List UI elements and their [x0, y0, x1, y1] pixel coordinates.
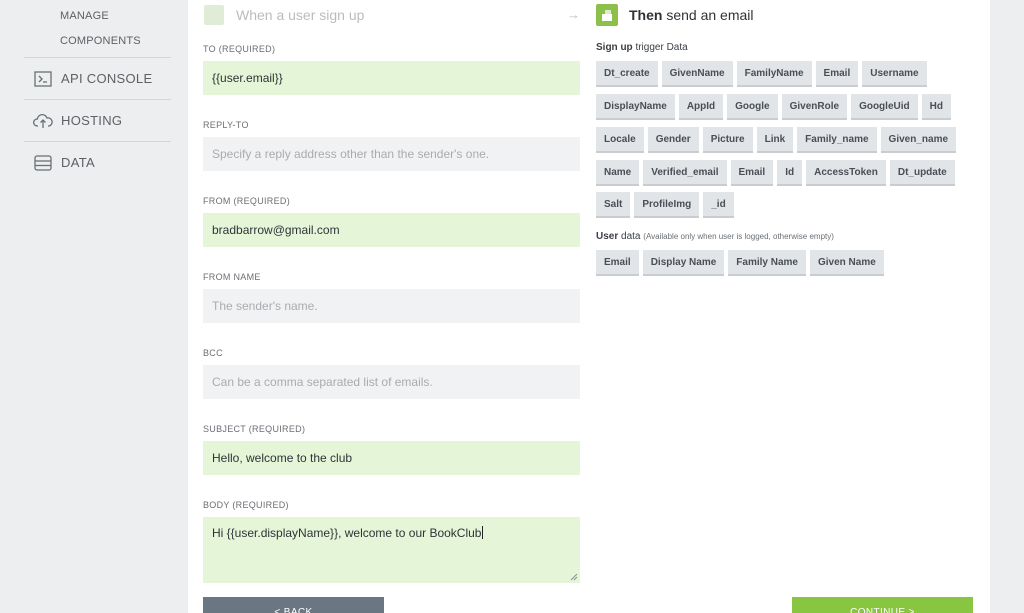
user-data-title-bold: User — [596, 231, 619, 242]
body-field-label: BODY (REQUIRED) — [203, 500, 289, 510]
subject-field-label: SUBJECT (REQUIRED) — [203, 424, 306, 434]
sidebar-item-data[interactable]: DATA — [24, 141, 171, 183]
to-field[interactable]: {{user.email}} — [203, 61, 580, 95]
bcc-placeholder: Can be a comma separated list of emails. — [212, 375, 433, 389]
user-variable-chip[interactable]: Family Name — [728, 250, 806, 276]
variable-chip[interactable]: FamilyName — [736, 61, 812, 87]
body-field-value: Hi {{user.displayName}}, welcome to our … — [212, 526, 482, 540]
variable-chip[interactable]: Google — [727, 94, 778, 120]
trigger-user-icon — [204, 5, 224, 25]
variable-chip[interactable]: Family_name — [797, 127, 877, 153]
user-variable-chip[interactable]: Given Name — [809, 250, 884, 276]
trigger-chip-row-1: Dt_create GivenName FamilyName Email Use… — [596, 61, 927, 87]
user-data-note: (Available only when user is logged, oth… — [643, 232, 834, 241]
cloud-upload-icon — [33, 111, 53, 131]
main-panel: When a user sign up → TO (REQUIRED) {{us… — [188, 0, 990, 613]
user-chip-row: Email Display Name Family Name Given Nam… — [596, 250, 884, 276]
trigger-chip-row-4: Name Verified_email Email Id AccessToken… — [596, 160, 955, 186]
variable-chip[interactable]: Picture — [702, 127, 753, 153]
variable-chip[interactable]: Dt_update — [889, 160, 955, 186]
body-textarea[interactable]: Hi {{user.displayName}}, welcome to our … — [203, 517, 580, 583]
variable-chip[interactable]: Given_name — [880, 127, 957, 153]
right-gutter — [990, 0, 1024, 613]
variable-chip[interactable]: _id — [703, 192, 734, 218]
variable-chip[interactable]: Salt — [596, 192, 631, 218]
text-caret — [482, 526, 484, 539]
from-name-field-label: FROM NAME — [203, 272, 261, 282]
trigger-data-title-bold: Sign up — [596, 42, 633, 53]
back-button[interactable]: < BACK — [203, 597, 384, 613]
variable-chip[interactable]: Id — [777, 160, 803, 186]
variable-chip[interactable]: Email — [730, 160, 774, 186]
variable-chip[interactable]: ProfileImg — [634, 192, 700, 218]
trigger-chip-row-5: Salt ProfileImg _id — [596, 192, 734, 218]
variable-chip[interactable]: Dt_create — [596, 61, 658, 87]
sidebar-item-label: HOSTING — [61, 113, 123, 128]
trigger-step-title: When a user sign up — [236, 7, 365, 23]
database-icon — [33, 153, 53, 173]
terminal-icon — [33, 69, 53, 89]
trigger-data-title: Sign up trigger Data — [596, 42, 688, 53]
sidebar-item-api-console[interactable]: API CONSOLE — [24, 57, 171, 99]
user-data-title: User data (Available only when user is l… — [596, 231, 834, 242]
bcc-field[interactable]: Can be a comma separated list of emails. — [203, 365, 580, 399]
user-variable-chip[interactable]: Display Name — [642, 250, 725, 276]
trigger-chip-row-3: Locale Gender Picture Link Family_name G… — [596, 127, 957, 153]
from-name-field[interactable]: The sender's name. — [203, 289, 580, 323]
action-step-title-bold: Then — [629, 7, 663, 23]
trigger-chip-row-2: DisplayName AppId Google GivenRole Googl… — [596, 94, 951, 120]
from-field-label: FROM (REQUIRED) — [203, 196, 290, 206]
bcc-field-label: BCC — [203, 348, 223, 358]
reply-to-field-label: REPLY-TO — [203, 120, 249, 130]
variable-chip[interactable]: Name — [596, 160, 640, 186]
variable-chip[interactable]: Hd — [921, 94, 951, 120]
variable-chip[interactable]: Locale — [596, 127, 644, 153]
arrow-right-icon: → — [567, 7, 580, 22]
trigger-data-title-rest: trigger Data — [632, 42, 688, 53]
action-step-header: Then send an email — [596, 4, 754, 26]
sidebar-subitem-manage[interactable]: MANAGE — [60, 10, 109, 22]
to-field-value: {{user.email}} — [212, 71, 283, 85]
variable-chip[interactable]: Gender — [647, 127, 699, 153]
from-field[interactable]: bradbarrow@gmail.com — [203, 213, 580, 247]
reply-to-field[interactable]: Specify a reply address other than the s… — [203, 137, 580, 171]
sidebar-subitem-components[interactable]: COMPONENTS — [60, 35, 141, 47]
variable-chip[interactable]: AccessToken — [806, 160, 886, 186]
variable-chip[interactable]: GivenRole — [781, 94, 848, 120]
variable-chip[interactable]: Email — [815, 61, 859, 87]
variable-chip[interactable]: GoogleUid — [851, 94, 918, 120]
from-field-value: bradbarrow@gmail.com — [212, 223, 340, 237]
variable-chip[interactable]: Username — [862, 61, 927, 87]
sidebar-item-label: API CONSOLE — [61, 71, 153, 86]
user-data-title-rest: data — [618, 231, 641, 242]
variable-chip[interactable]: Verified_email — [643, 160, 727, 186]
variable-chip[interactable]: GivenName — [661, 61, 733, 87]
sidebar-item-label: DATA — [61, 155, 95, 170]
variable-chip[interactable]: Link — [756, 127, 794, 153]
subject-field[interactable]: Hello, welcome to the club — [203, 441, 580, 475]
email-action-icon — [596, 4, 618, 26]
variable-chip[interactable]: DisplayName — [596, 94, 675, 120]
variable-chip[interactable]: AppId — [678, 94, 724, 120]
sidebar: MANAGE COMPONENTS API CONSOLE HOSTING DA… — [0, 0, 188, 613]
resize-handle-icon[interactable] — [570, 573, 578, 581]
trigger-step-header[interactable]: When a user sign up → — [204, 4, 580, 26]
from-name-placeholder: The sender's name. — [212, 299, 318, 313]
action-step-title: send an email — [662, 7, 754, 23]
to-field-label: TO (REQUIRED) — [203, 44, 276, 54]
sidebar-item-hosting[interactable]: HOSTING — [24, 99, 171, 141]
reply-to-placeholder: Specify a reply address other than the s… — [212, 147, 490, 161]
continue-button[interactable]: CONTINUE > — [792, 597, 973, 613]
subject-field-value: Hello, welcome to the club — [212, 451, 353, 465]
user-variable-chip[interactable]: Email — [596, 250, 639, 276]
